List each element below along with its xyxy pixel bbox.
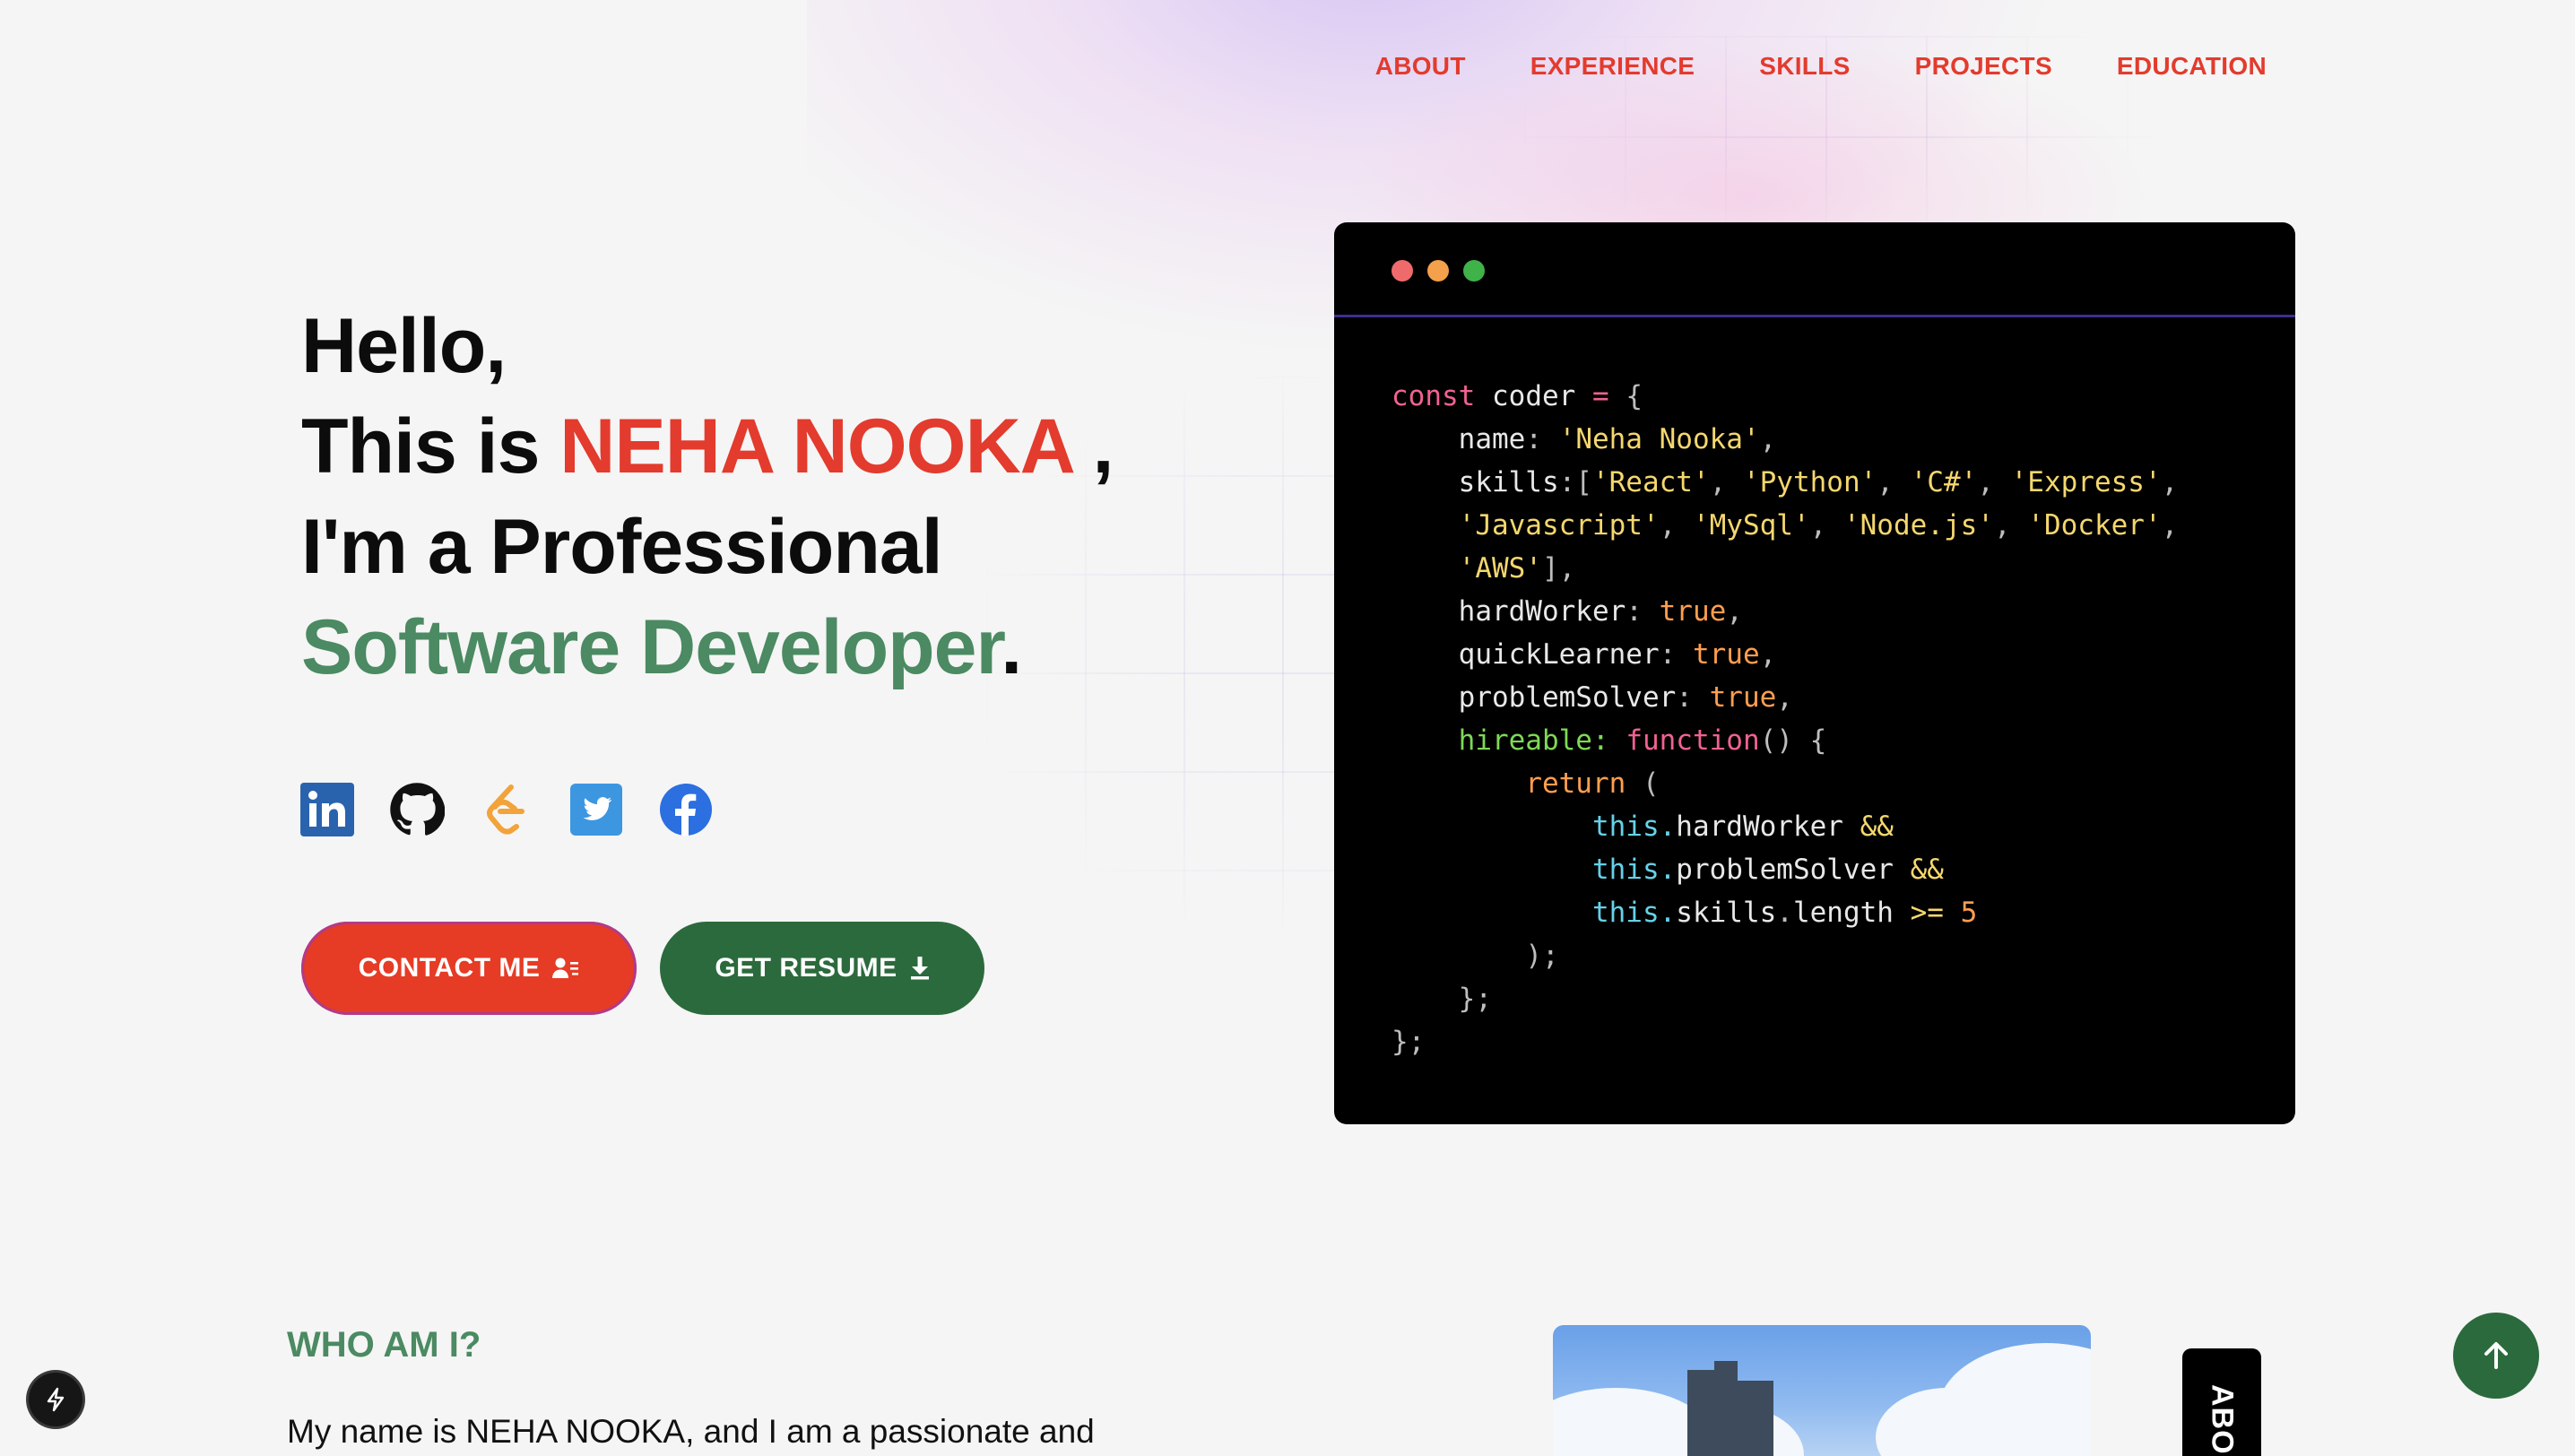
nav-skills[interactable]: SKILLS bbox=[1759, 52, 1850, 81]
window-minimize-dot bbox=[1427, 260, 1449, 282]
get-resume-label: GET RESUME bbox=[715, 953, 897, 983]
code-line: hireable: function() { bbox=[1458, 724, 1827, 757]
photo-building bbox=[1738, 1381, 1773, 1456]
download-icon bbox=[910, 957, 929, 980]
code-snippet: const coder = { name: 'Neha Nooka', skil… bbox=[1392, 375, 2178, 1063]
github-icon[interactable] bbox=[389, 782, 445, 837]
code-line: 'Javascript', 'MySql', 'Node.js', 'Docke… bbox=[1458, 509, 2179, 542]
photo-building bbox=[1714, 1361, 1738, 1456]
code-line: }; bbox=[1392, 1026, 1426, 1058]
contact-card-icon bbox=[552, 958, 579, 978]
about-heading: WHO AM I? bbox=[287, 1325, 481, 1365]
nav-projects[interactable]: PROJECTS bbox=[1915, 52, 2052, 81]
code-window: const coder = { name: 'Neha Nooka', skil… bbox=[1334, 222, 2295, 1124]
lightning-icon bbox=[47, 1387, 65, 1412]
linkedin-icon[interactable] bbox=[299, 782, 355, 837]
window-maximize-dot bbox=[1463, 260, 1485, 282]
code-line: this.skills.length >= 5 bbox=[1591, 897, 1978, 929]
get-resume-button[interactable]: GET RESUME bbox=[660, 922, 984, 1015]
profile-photo bbox=[1553, 1325, 2091, 1456]
about-intro: My name is NEHA NOOKA, and I am a passio… bbox=[287, 1413, 1095, 1450]
contact-me-label: CONTACT ME bbox=[358, 953, 541, 983]
hero-heading: Hello, This is NEHA NOOKA , I'm a Profes… bbox=[301, 296, 1114, 698]
code-line: }; bbox=[1458, 983, 1492, 1015]
social-links bbox=[299, 782, 714, 837]
scroll-to-top-button[interactable] bbox=[2453, 1313, 2539, 1399]
code-line: quickLearner: true, bbox=[1392, 638, 1777, 671]
code-line: problemSolver: true, bbox=[1392, 681, 1793, 714]
code-line: this.problemSolver && bbox=[1591, 854, 1944, 886]
hero-line-role: Software Developer. bbox=[301, 604, 1022, 690]
hero-line-hello: Hello, bbox=[301, 303, 507, 389]
hero-actions: CONTACT ME GET RESUME bbox=[301, 922, 984, 1015]
hero-role: Software Developer bbox=[301, 604, 1001, 690]
code-window-titlebar bbox=[1334, 222, 2295, 317]
code-line: this.hardWorker && bbox=[1591, 810, 1894, 843]
twitter-icon[interactable] bbox=[568, 782, 624, 837]
about-side-tab-label: ABOUT bbox=[2205, 1384, 2240, 1456]
photo-building bbox=[1687, 1370, 1718, 1456]
main-nav: ABOUT EXPERIENCE SKILLS PROJECTS EDUCATI… bbox=[1375, 52, 2267, 81]
nav-education[interactable]: EDUCATION bbox=[2117, 52, 2267, 81]
code-line: const coder = { bbox=[1392, 380, 1643, 412]
hero-name: NEHA NOOKA bbox=[559, 403, 1072, 490]
code-line: 'AWS'], bbox=[1458, 552, 1576, 585]
code-line: name: 'Neha Nooka', bbox=[1392, 423, 1777, 455]
nav-experience[interactable]: EXPERIENCE bbox=[1530, 52, 1695, 81]
hero-line-professional: I'm a Professional bbox=[301, 504, 943, 590]
facebook-icon[interactable] bbox=[658, 782, 714, 837]
code-line: skills:['React', 'Python', 'C#', 'Expres… bbox=[1392, 466, 2179, 498]
arrow-up-icon bbox=[2484, 1342, 2508, 1369]
code-line: return ( bbox=[1525, 767, 1660, 800]
nav-about[interactable]: ABOUT bbox=[1375, 52, 1466, 81]
hero-line-name: This is NEHA NOOKA , bbox=[301, 403, 1114, 490]
window-close-dot bbox=[1392, 260, 1413, 282]
leetcode-icon[interactable] bbox=[479, 782, 534, 837]
about-side-tab: ABOUT bbox=[2182, 1348, 2261, 1456]
dev-tools-badge[interactable] bbox=[29, 1373, 82, 1426]
code-line: hardWorker: true, bbox=[1392, 595, 1743, 628]
contact-me-button[interactable]: CONTACT ME bbox=[301, 922, 637, 1015]
code-line: ); bbox=[1525, 940, 1559, 972]
